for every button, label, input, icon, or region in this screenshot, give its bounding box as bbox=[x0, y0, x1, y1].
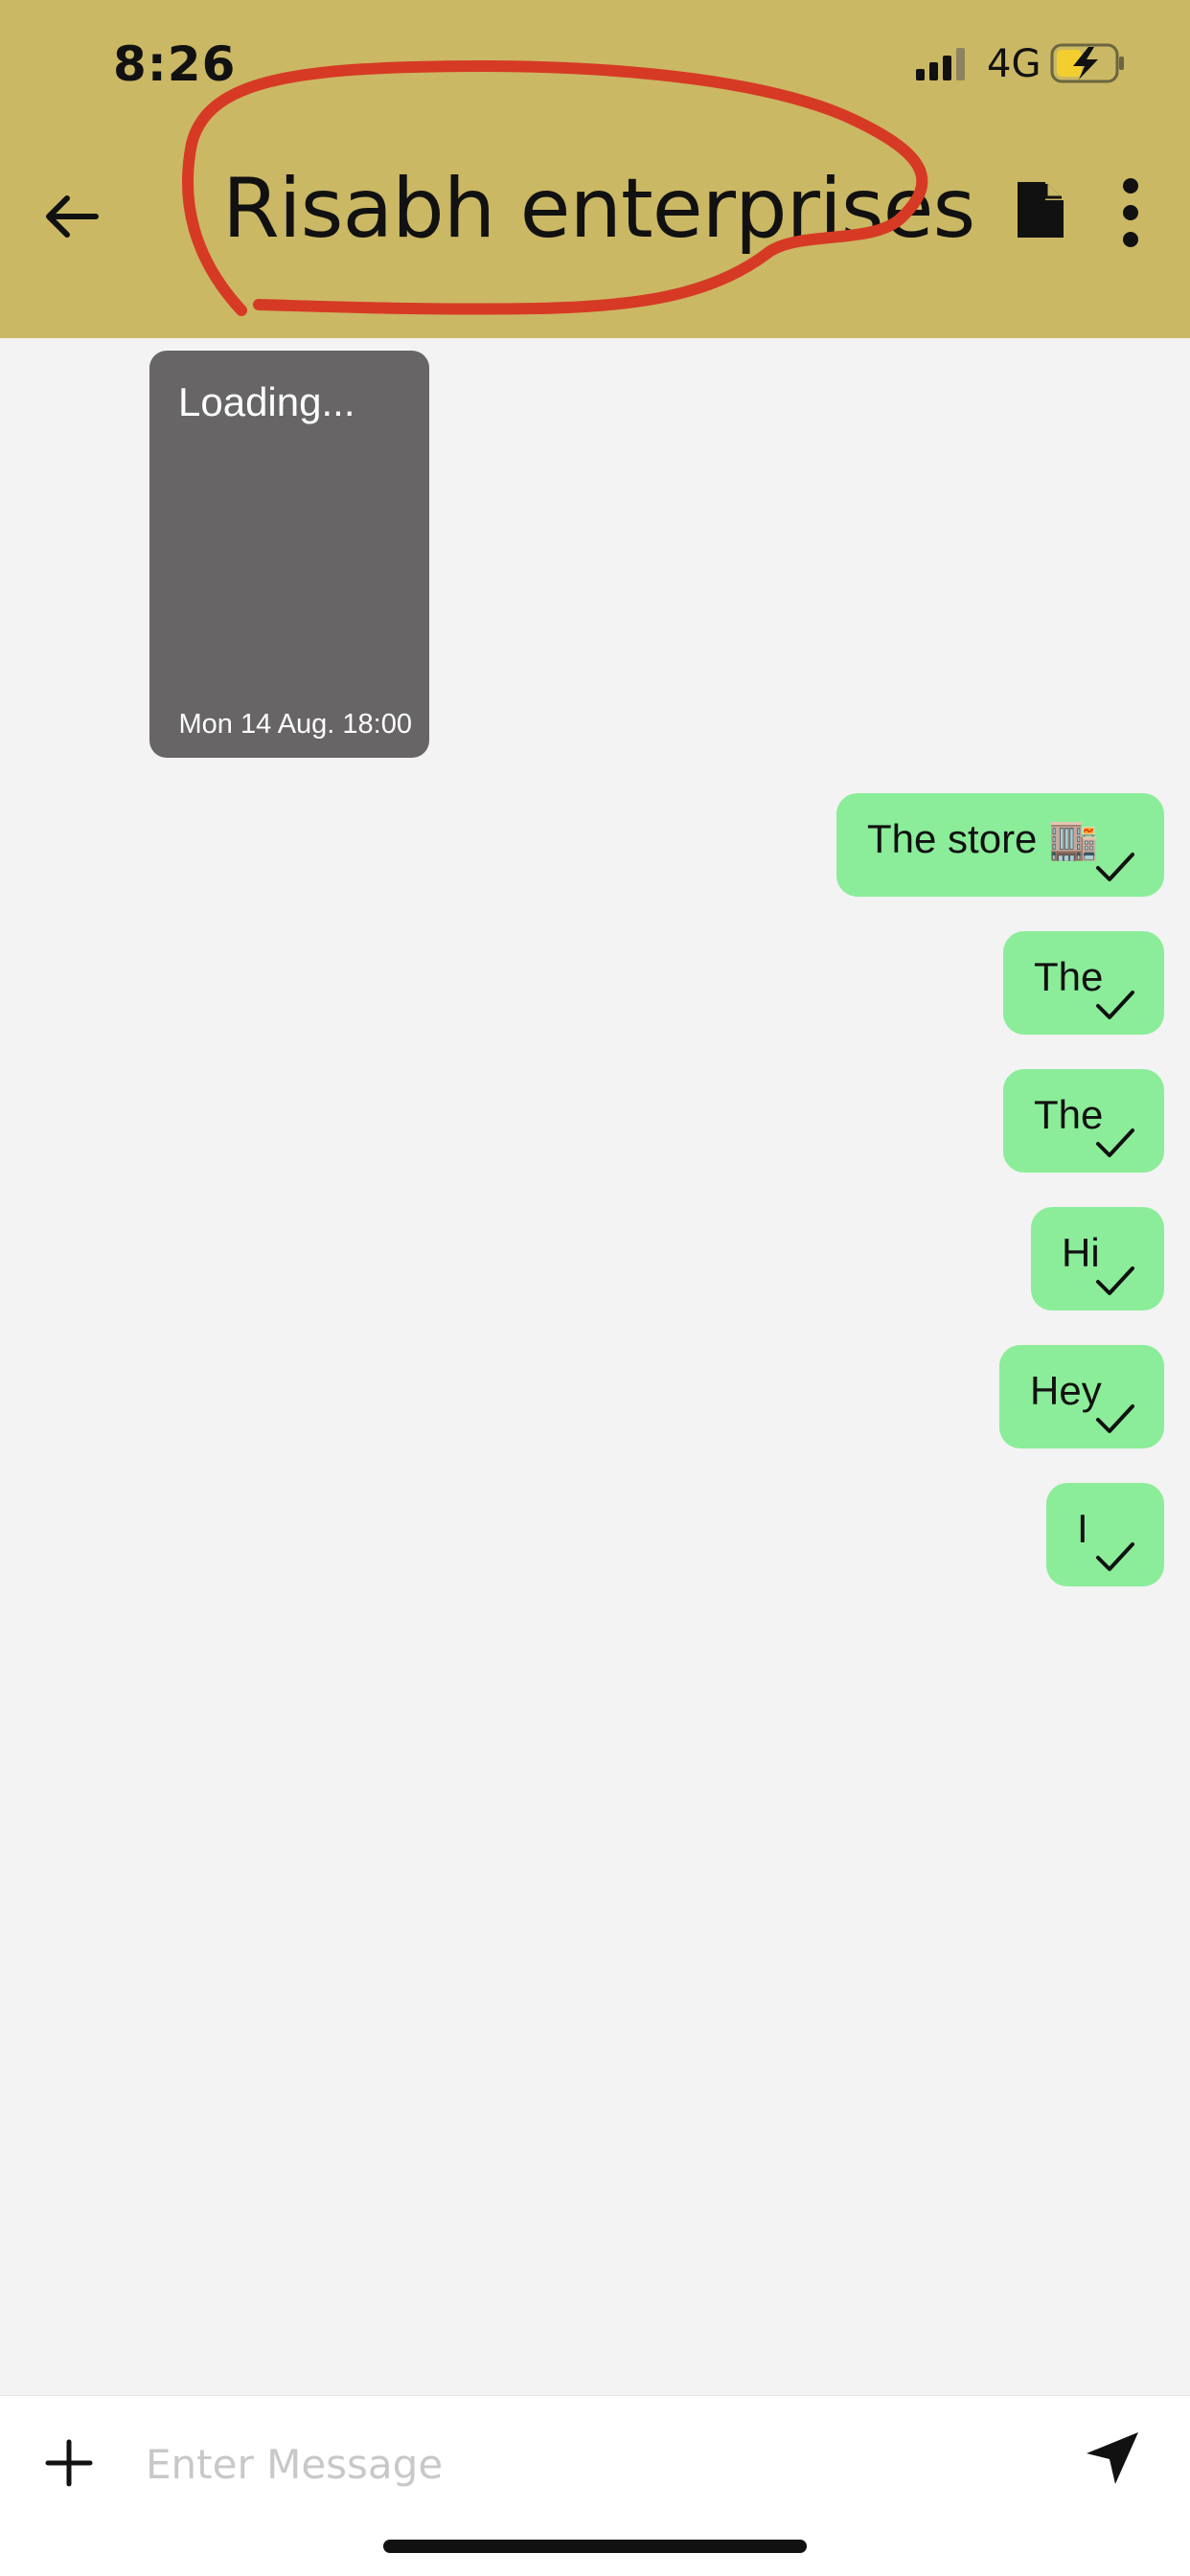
outgoing-message[interactable]: I bbox=[1046, 1483, 1164, 1586]
incoming-message-text: Loading... bbox=[178, 379, 355, 424]
check-icon bbox=[1096, 1266, 1134, 1295]
outgoing-message[interactable]: The bbox=[1003, 931, 1164, 1035]
check-icon bbox=[1096, 853, 1134, 881]
incoming-message[interactable]: Loading... Mon 14 Aug. 18:00 bbox=[149, 351, 429, 758]
chat-title: Risabh enterprises bbox=[222, 161, 975, 257]
more-vertical-icon[interactable] bbox=[1111, 178, 1150, 247]
check-icon bbox=[1096, 1542, 1134, 1571]
status-time: 8:26 bbox=[113, 36, 237, 92]
message-composer bbox=[0, 2395, 1190, 2576]
message-input[interactable] bbox=[144, 2415, 1010, 2513]
send-icon[interactable] bbox=[1083, 2428, 1142, 2488]
message-text: Hey bbox=[1030, 1368, 1102, 1413]
plus-icon[interactable] bbox=[44, 2438, 94, 2488]
home-indicator bbox=[383, 2540, 807, 2553]
network-type: 4G bbox=[987, 42, 1041, 86]
check-icon bbox=[1096, 1404, 1134, 1433]
chat-header: 8:26 4G Risabh enterprises bbox=[0, 0, 1190, 338]
check-icon bbox=[1096, 1128, 1134, 1157]
message-text: The bbox=[1034, 954, 1104, 999]
outgoing-message[interactable]: Hey bbox=[999, 1345, 1164, 1448]
back-button[interactable] bbox=[38, 182, 107, 251]
battery-charging-icon bbox=[1050, 43, 1124, 83]
message-text: Hi bbox=[1062, 1230, 1100, 1275]
document-icon[interactable] bbox=[1014, 178, 1067, 241]
incoming-message-timestamp: Mon 14 Aug. 18:00 bbox=[178, 709, 412, 740]
cellular-signal-icon bbox=[916, 48, 965, 80]
message-text: I bbox=[1077, 1506, 1088, 1551]
outgoing-message[interactable]: The store 🏬 bbox=[836, 793, 1164, 897]
message-text: The bbox=[1034, 1092, 1104, 1137]
check-icon bbox=[1096, 991, 1134, 1019]
message-text: The store 🏬 bbox=[867, 816, 1099, 861]
outgoing-message[interactable]: Hi bbox=[1031, 1207, 1164, 1311]
outgoing-message[interactable]: The bbox=[1003, 1069, 1164, 1173]
